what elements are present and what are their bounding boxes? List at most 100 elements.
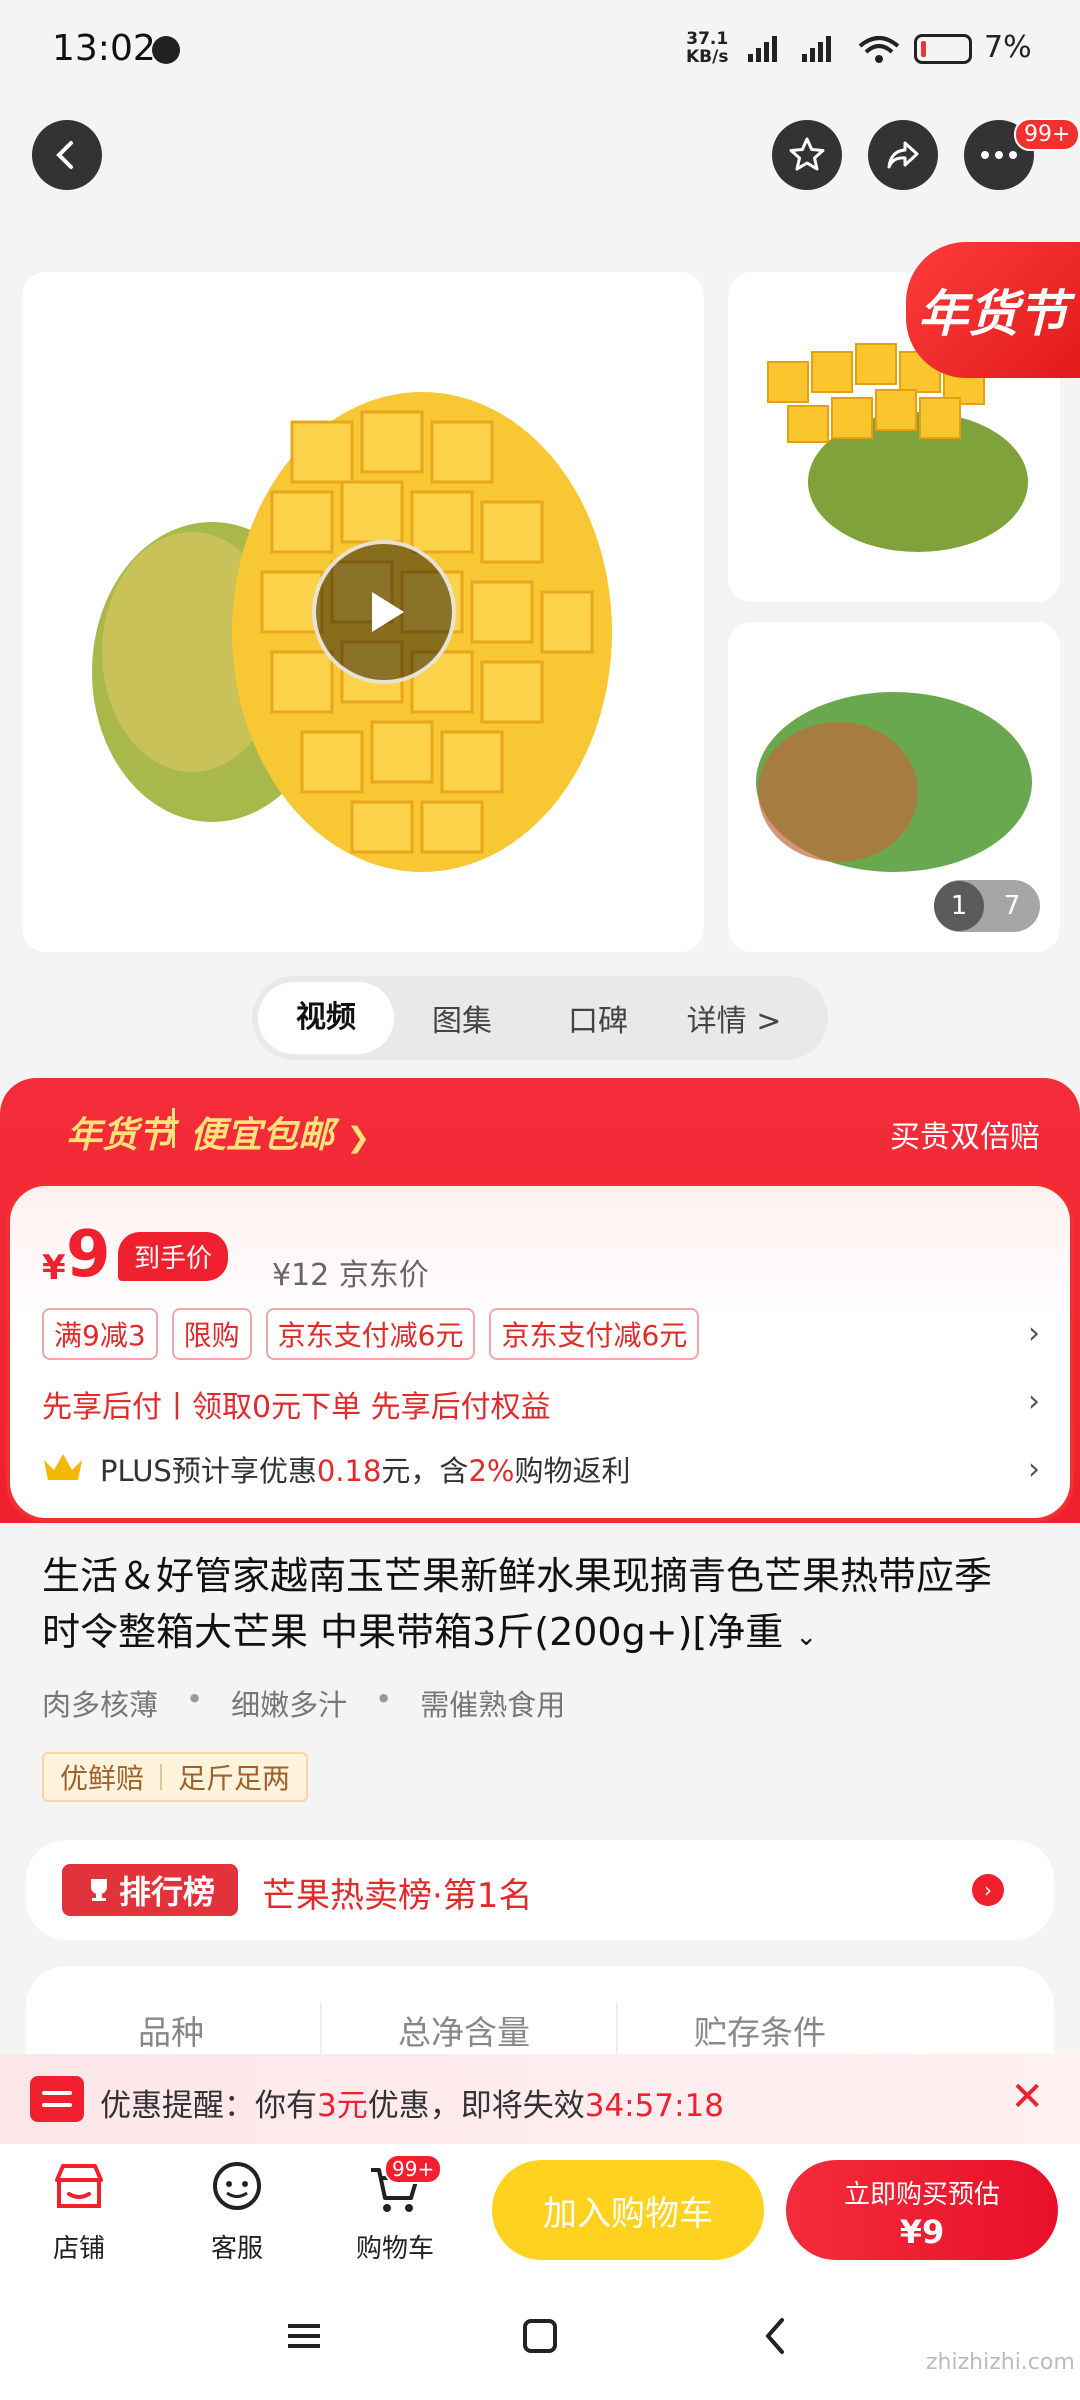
plus-suffix: 购物返利 [514,1454,631,1488]
chevron-right-icon[interactable]: › [1028,1316,1040,1351]
chevron-right-icon: ❯ [346,1121,371,1154]
service-tag: 优鲜赔 [60,1762,145,1795]
menu-icon[interactable] [284,2316,324,2356]
spec-label: 贮存条件 [694,2013,826,2052]
chevron-right-icon[interactable]: › [1028,1452,1040,1487]
free-shipping-label: 便宜包邮 [190,1115,335,1156]
coupon-reminder[interactable]: 优惠提醒：你有3元优惠，即将失效34:57:18 ✕ [0,2054,1080,2144]
plus-mid: 元，含 [381,1454,469,1488]
tab-details[interactable]: 详情 > [666,996,802,1040]
coupon-amount: 3元 [317,2088,368,2124]
status-time: 13:02 [52,28,156,69]
tab-gallery[interactable]: 图集 [394,996,530,1040]
play-video-button[interactable] [312,540,456,684]
battery-percent: 7% [984,30,1032,65]
coupon-prefix: 优惠提醒：你有 [100,2088,317,2124]
coupon-middle: 优惠，即将失效 [367,2088,585,2124]
network-speed-unit: KB/s [686,47,729,67]
product-title[interactable]: 生活＆好管家越南玉芒果新鲜水果现摘青色芒果热带应季时令整箱大芒果 中果带箱3斤(… [42,1548,1022,1665]
wifi-icon [858,36,900,63]
trophy-icon [90,1879,107,1901]
network-speed-value: 37.1 [686,29,729,49]
festival-badge: 年货节 [906,242,1080,378]
product-title-text: 生活＆好管家越南玉芒果新鲜水果现摘青色芒果热带应季时令整箱大芒果 中果带箱3斤(… [42,1554,993,1654]
coupon-icon [30,2076,84,2122]
coupon-text: 优惠提醒：你有3元优惠，即将失效34:57:18 [100,2080,724,2125]
chevron-right-icon: › [972,1874,1004,1906]
service-tag: 足斤足两 [178,1762,291,1795]
chevron-left-icon [56,141,73,169]
chat-icon [213,2162,261,2210]
buy-now-button[interactable]: 立即购买预估 ¥9 [786,2160,1058,2260]
discount-chip[interactable]: 满9减3 [42,1308,158,1360]
divider [616,2002,618,2062]
plus-prefix: PLUS预计享优惠 [100,1454,317,1488]
back-icon[interactable] [756,2316,796,2356]
divider [320,2002,322,2062]
plus-pct: 2% [468,1454,515,1488]
status-bar: 13:02 37.1 KB/s 7% [0,0,1080,100]
ranking-badge: 排行榜 [62,1864,238,1916]
shop-button[interactable]: 店铺 [24,2158,134,2265]
customer-service-button[interactable]: 客服 [182,2158,292,2265]
message-badge: 99+ [1014,118,1080,151]
alarm-icon [152,36,180,64]
buy-now-price: ¥9 [899,2213,945,2251]
image-counter-current: 1 [934,881,984,931]
ranking-bar[interactable]: 排行榜 芒果热卖榜·第1名 › [26,1840,1054,1940]
feature-item: 需催熟食用 [420,1688,566,1722]
feature-item: 肉多核薄 [42,1688,159,1722]
watermark: zhizhizhi.com [926,2350,1075,2375]
more-icon [981,151,1017,159]
final-price: 9 [66,1218,111,1292]
plus-amount: 0.18 [316,1454,382,1488]
share-button[interactable] [868,120,938,190]
main-product-image[interactable] [22,272,704,952]
crown-icon [44,1454,82,1480]
ranking-badge-label: 排行榜 [118,1873,215,1911]
pay-later-row[interactable]: 先享后付丨领取0元下单 先享后付权益 [42,1382,551,1426]
tab-reviews[interactable]: 口碑 [530,996,666,1040]
tab-video[interactable]: 视频 [258,982,394,1054]
image-counter-total: 7 [1003,891,1021,921]
festival-label: 年货节 [66,1115,175,1156]
play-icon [372,592,404,632]
discount-chip[interactable]: 京东支付减6元 [489,1308,700,1360]
signal-icon [748,36,777,62]
chevron-right-icon[interactable]: › [1028,1384,1040,1419]
free-shipping-link[interactable]: 便宜包邮 ❯ [190,1106,370,1158]
guarantee-label[interactable]: 买贵双倍赔 [890,1112,1040,1156]
add-to-cart-button[interactable]: 加入购物车 [492,2160,764,2260]
bullet: • [375,1682,393,1716]
final-price-tag: 到手价 [118,1232,229,1281]
system-navigation-bar [0,2280,1080,2400]
cart-label: 购物车 [355,2234,434,2264]
close-icon[interactable]: ✕ [1010,2074,1044,2120]
discount-chips[interactable]: 满9减3 限购 京东支付减6元 京东支付减6元 [42,1308,700,1360]
coupon-countdown: 34:57:18 [584,2088,724,2124]
discount-chip[interactable]: 京东支付减6元 [265,1308,476,1360]
signal-icon-2 [802,36,831,62]
battery-icon [914,34,972,64]
bullet: • [186,1682,204,1716]
jd-price: ¥12 京东价 [272,1258,429,1293]
spec-label: 总净含量 [398,2013,530,2052]
spec-label: 品种 [138,2013,204,2052]
plus-row[interactable]: PLUS预计享优惠0.18元，含2%购物返利 [100,1448,630,1490]
image-counter: 1 7 [934,880,1040,932]
home-icon[interactable] [520,2316,560,2356]
media-tabs: 视频 图集 口碑 详情 > [252,976,828,1060]
feature-list: 肉多核薄 • 细嫩多汁 • 需催熟食用 [42,1682,565,1724]
chevron-down-icon[interactable]: ⌄ [795,1622,817,1652]
back-button[interactable] [32,120,102,190]
service-tags[interactable]: 优鲜赔 足斤足两 [42,1752,309,1802]
customer-service-label: 客服 [210,2234,263,2264]
shop-label: 店铺 [52,2234,105,2264]
feature-item: 细嫩多汁 [231,1688,348,1722]
favorite-button[interactable] [772,120,842,190]
cart-badge: 99+ [384,2154,443,2184]
divider [172,1108,175,1148]
buy-now-label: 立即购买预估 [843,2180,1000,2210]
discount-chip[interactable]: 限购 [171,1308,252,1360]
shop-icon [55,2164,103,2208]
